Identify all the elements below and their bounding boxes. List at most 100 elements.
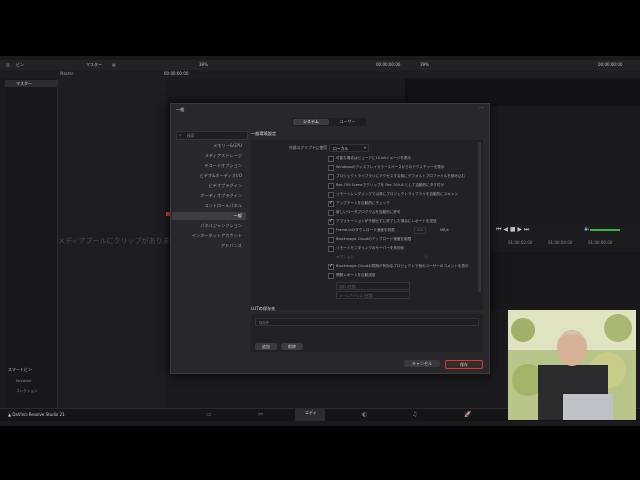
dialog-title: 一般 (176, 107, 185, 112)
option-checkbox-checked[interactable] (328, 263, 334, 270)
viewer-area (405, 78, 640, 106)
save-button[interactable]: 保存 (445, 360, 483, 369)
option-label: Rec.709 Sceneでクリップを Rec.709-A として自動的にタグ付… (336, 183, 445, 187)
option-checkbox[interactable] (328, 228, 334, 234)
option-label: Frame.ioのダウンロード速度を制限 (336, 228, 395, 232)
option-checkbox-checked[interactable] (328, 218, 334, 225)
nav-item-media-storage[interactable]: メディアストレージ (172, 152, 246, 160)
search-icon: ⌕ (179, 132, 182, 137)
zoom-right[interactable]: 39% (420, 62, 429, 67)
option-label: アップデートを自動的にチェック (336, 201, 390, 205)
option-label: プロジェクトライブラリにアクセスする前にデフォルトプロファイルを読み込む (336, 174, 466, 178)
name-input[interactable]: 名前 (任意) (336, 282, 410, 290)
option-checkbox[interactable] (328, 273, 334, 279)
search-input[interactable]: ⌕ 検索 (176, 131, 248, 140)
top-toolbar: ▥ ビン マスター ▦ 39% 00:00:00:00 39% 00:00:00… (0, 60, 640, 70)
remove-lut-button[interactable]: 削除 (281, 343, 303, 350)
option-label: 可能な場合はビューアに10-bitイメージを表示 (336, 156, 412, 160)
deliver-page-icon[interactable]: 🚀 (464, 411, 471, 418)
timeline-time: 01:00:04:00 (548, 240, 573, 245)
tab-bar: システム ユーザー (292, 118, 366, 126)
bin-list: マスター スマートビン Keyword コレクション (5, 78, 58, 418)
option-label: Blackmagic Cloudのアップロード速度を制限 (336, 237, 412, 241)
option-checkbox[interactable] (328, 210, 334, 216)
option-label: リモートモニタリングのサーバーを有効化 (336, 246, 405, 250)
grid-view-icon[interactable]: ▦ (112, 62, 116, 67)
option-checkbox-checked[interactable] (328, 200, 334, 207)
bin-title: ビン (16, 62, 24, 67)
general-settings-panel: 外部スクリプトに使用 ローカル ▾ 可能な場合はビューアに10-bitイメージを… (251, 140, 483, 310)
speed-value-field[interactable]: 0.0 (414, 227, 426, 234)
timecode-center: 00:00:00:00 (376, 62, 401, 67)
edit-page-tab[interactable]: エディ (295, 409, 325, 421)
option-label: 新しいベータプログラムを自動的に許可 (336, 210, 401, 214)
presenter-video-frame (508, 310, 636, 420)
option-label: Windowsのディスプレイカラースペースからのテクスチャーを表示 (336, 165, 445, 169)
timecode-right: 00:00:00:00 (598, 62, 623, 67)
nav-item-video-audio-io[interactable]: ビデオ&オーディオI/O (172, 172, 246, 180)
dialog-more-icon[interactable]: ··· (479, 105, 484, 111)
transport-bar: ⏮ ◀ ■ ▶ ⏭ 01:00:02:00 01:00:04:00 01:00:… (488, 222, 640, 252)
option-label: 問題レポートを自動送信 (336, 273, 376, 277)
brand-label: ▲ DaVinci Resolve Studio 21 (8, 412, 65, 417)
info-icon: ⓘ (424, 254, 428, 259)
timeline-time: 01:00:02:00 (508, 240, 533, 245)
presenter-camera-overlay (508, 310, 636, 420)
option-checkbox[interactable] (328, 174, 334, 180)
section-title: 一般環境設定 (251, 131, 277, 136)
nav-item-internet-accounts[interactable]: インターネットアカウント (172, 232, 246, 240)
nav-item-panel-junction[interactable]: パネルジャンクション (172, 222, 246, 230)
master-label[interactable]: マスター (86, 62, 102, 68)
nav-item-advanced[interactable]: アドバンス (172, 242, 246, 250)
option-checkbox[interactable] (328, 183, 334, 189)
media-page-icon[interactable]: ▭ (206, 411, 212, 418)
timeline-area (488, 252, 640, 310)
speaker-icon[interactable]: 🔈 (584, 226, 590, 232)
nav-item-memory-gpu[interactable]: メモリー&GPU (172, 142, 246, 150)
media-pool-header: Master (60, 71, 74, 76)
option-checkbox[interactable] (328, 237, 334, 243)
empty-media-message: メディアプールにクリップがありません (58, 237, 184, 245)
lut-panel: 保存先 追加 削除 (251, 314, 483, 352)
audio-level-meter (590, 229, 620, 231)
tab-user[interactable]: ユーザー (330, 119, 365, 125)
chevron-down-icon: ▾ (363, 145, 366, 150)
smart-bin-item[interactable]: コレクション (16, 389, 38, 394)
cancel-button[interactable]: キャンセル (404, 360, 440, 367)
smart-bin-item[interactable]: Keyword (16, 379, 31, 383)
nav-item-decode-options[interactable]: デコードオプション (172, 162, 246, 170)
color-page-icon[interactable]: ◐ (362, 411, 367, 418)
nav-item-control-panels[interactable]: コントロールパネル (172, 202, 246, 210)
fairlight-page-icon[interactable]: ♫ (412, 411, 417, 418)
speed-unit: MB/s (440, 228, 449, 232)
option-label: リモートレンダリングでは常にプロジェクトライブラリを自動的にスキャン (336, 192, 459, 196)
nav-item-audio-plugins[interactable]: オーディオプラグイン (172, 192, 246, 200)
email-input[interactable]: メールアドレス (任意) (336, 291, 410, 299)
option-checkbox[interactable] (328, 156, 334, 162)
preferences-nav: メモリー&GPU メディアストレージ デコードオプション ビデオ&オーディオI/… (172, 142, 246, 262)
options-label: オプション (336, 255, 354, 259)
option-checkbox[interactable] (328, 165, 334, 171)
nav-item-video-plugins[interactable]: ビデオプラグイン (172, 182, 246, 190)
timecode-left: 00:00:00:00 (164, 71, 189, 76)
tab-system[interactable]: システム (293, 119, 329, 125)
add-lut-button[interactable]: 追加 (255, 343, 277, 350)
option-checkbox[interactable] (328, 246, 334, 252)
transport-controls-icon[interactable]: ⏮ ◀ ■ ▶ ⏭ (496, 226, 529, 234)
zoom-left[interactable]: 39% (199, 62, 208, 67)
timecode-bar: 00:00:00:00 (0, 70, 640, 78)
lut-title: LUTの保存先 (251, 306, 276, 311)
nav-item-general[interactable]: 一般 (172, 212, 246, 220)
script-label: 外部スクリプトに使用 (289, 145, 327, 150)
bin-master-item[interactable]: マスター (5, 80, 57, 87)
smart-bins-title: スマートビン (8, 367, 32, 372)
option-label: Blackmagic Cloudの同期が有効なプロジェクトで他のユーザーのコメン… (336, 264, 469, 268)
cut-page-icon[interactable]: ✂ (258, 411, 263, 418)
script-select[interactable]: ローカル ▾ (329, 144, 369, 152)
lut-path-field[interactable]: 保存先 (255, 318, 479, 326)
settings-scrollbar[interactable] (478, 142, 481, 292)
option-checkbox[interactable] (328, 192, 334, 198)
preferences-dialog: 一般 ··· システム ユーザー ⌕ 検索 メモリー&GPU メディアストレージ… (170, 103, 490, 374)
timeline-time: 01:00:06:00 (588, 240, 613, 245)
sidebar-toggle-icon[interactable]: ▥ (6, 62, 10, 67)
